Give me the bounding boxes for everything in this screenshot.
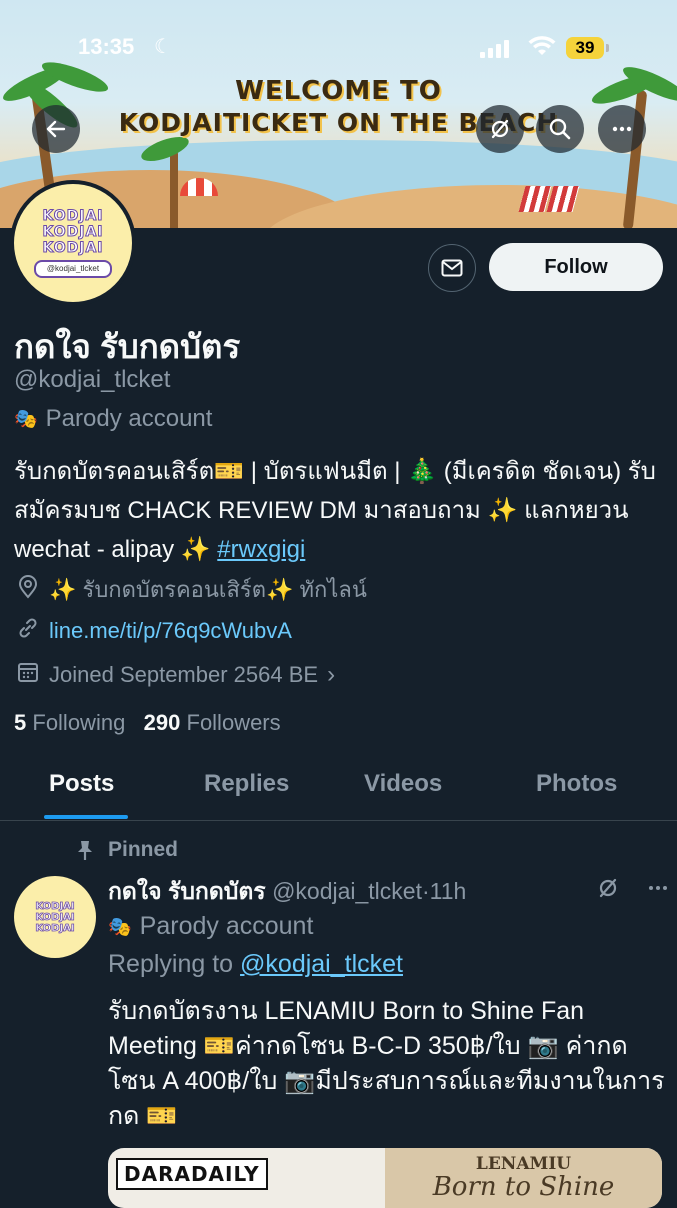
tab-photos[interactable]: Photos [536,770,617,798]
tab-videos[interactable]: Videos [364,770,442,798]
following-label: Following [32,710,126,735]
user-handle: @kodjai_tlcket [14,366,171,393]
replying-to: Replying to @kodjai_tlcket [108,950,403,979]
avatar-text: KODJAI [42,224,104,241]
parody-mask-icon: 🎭 [14,409,38,430]
grok-icon[interactable] [596,876,620,907]
post-parody-row: 🎭 Parody account [108,912,313,941]
joined-row[interactable]: Joined September 2564 BE › [16,661,335,689]
battery-tip [606,44,609,52]
avatar-text: KODJAI [42,208,104,225]
parody-mask-icon: 🎭 [108,916,132,938]
post-header: กดใจ รับกดบัตร @kodjai_tlcket·11h [108,878,467,904]
media-poster-subtitle: Born to Shine [432,1172,615,1202]
media-poster: LENAMIU Born to Shine [385,1148,662,1208]
post-author-name[interactable]: กดใจ รับกดบัตร [108,878,266,904]
grok-icon[interactable] [476,105,524,153]
location-text: ✨ รับกดบัตรคอนเสิร์ต✨ ทักไลน์ [49,577,367,602]
replying-prefix: Replying to [108,950,234,978]
moon-icon: ☾ [154,36,172,58]
location-row: ✨ รับกดบัตรคอนเสิร์ต✨ ทักไลน์ [16,572,367,607]
followers-link[interactable]: 290 Followers [144,710,281,735]
media-poster-title: LENAMIU [475,1154,572,1174]
following-count: 5 [14,710,27,735]
post-author-avatar[interactable]: KODJAI KODJAI KODJAI [14,876,96,958]
cellular-signal-icon [480,38,514,58]
follow-counts: 5 Following 290 Followers [14,710,281,736]
avatar-text: KODJAI [35,911,75,923]
avatar-handle-pill: @kodjai_tlcket [34,260,112,278]
banner-title-line1: WELCOME TO [235,76,442,106]
back-arrow-icon[interactable] [32,105,80,153]
battery-indicator: 39 [566,37,604,59]
joined-text: Joined September 2564 BE [49,662,319,687]
post-author-handle[interactable]: @kodjai_tlcket [272,878,422,904]
pinned-indicator: Pinned [74,838,178,862]
link-icon [16,617,40,645]
bio-hashtag-link[interactable]: #rwxgigi [217,536,305,563]
replying-handle-link[interactable]: @kodjai_tlcket [240,950,403,978]
post-time[interactable]: 11h [430,878,467,904]
avatar-text: KODJAI [35,922,75,934]
chevron-right-icon: › [327,661,336,688]
profile-tabs: Posts Replies Videos Photos [0,760,677,821]
wifi-icon [528,36,556,62]
tab-replies[interactable]: Replies [204,770,289,798]
pinned-label: Pinned [108,838,179,861]
followers-label: Followers [186,710,281,735]
calendar-icon [16,661,40,689]
website-row[interactable]: line.me/ti/p/76q9cWubvA [16,617,292,645]
website-link[interactable]: line.me/ti/p/76q9cWubvA [49,618,292,644]
media-brand-label: DARADAILY [116,1158,268,1190]
mail-icon [441,259,463,277]
post-header-actions [596,876,670,907]
bio-text: รับกดบัตรคอนเสิร์ต🎫 | บัตรแฟนมีต | 🎄 (มี… [14,458,656,563]
more-options-icon[interactable] [646,876,670,907]
search-icon[interactable] [536,105,584,153]
more-options-icon[interactable] [598,105,646,153]
post-parody-label: Parody account [139,912,314,940]
post-text: รับกดบัตรงาน LENAMIU Born to Shine Fan M… [108,997,665,1130]
following-link[interactable]: 5 Following [14,710,125,735]
tab-posts[interactable]: Posts [49,770,114,798]
active-tab-indicator [44,815,128,819]
parody-label: Parody account [45,405,213,432]
parody-label-row: 🎭 Parody account [14,405,212,433]
post-media-image[interactable]: DARADAILY LENAMIU Born to Shine [108,1148,662,1208]
avatar-text: KODJAI [35,900,75,912]
pin-icon [78,841,92,860]
message-button[interactable] [428,244,476,292]
status-time: 13:35 [78,34,135,59]
avatar-text: KODJAI [42,240,104,257]
follow-button[interactable]: Follow [489,243,663,291]
profile-bio: รับกดบัตรคอนเสิร์ต🎫 | บัตรแฟนมีต | 🎄 (มี… [14,452,664,569]
profile-avatar[interactable]: KODJAI KODJAI KODJAI @kodjai_tlcket [10,180,136,306]
location-pin-icon [16,574,40,605]
followers-count: 290 [143,710,181,735]
